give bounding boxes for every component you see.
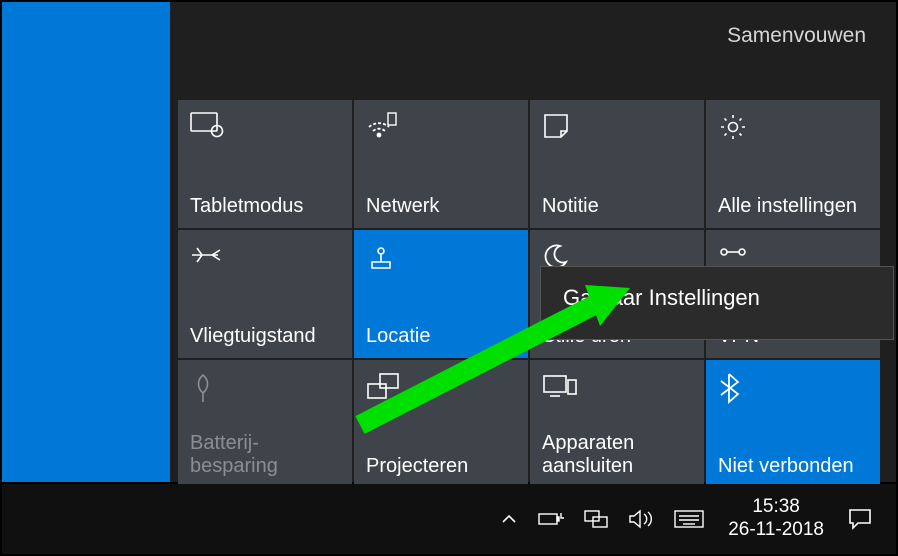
- tile-locatie[interactable]: Locatie: [354, 230, 528, 358]
- tablet-icon: [190, 112, 224, 138]
- tile-batterijbesparing[interactable]: Batterij-besparing: [178, 360, 352, 488]
- tray-network-icon[interactable]: [584, 509, 608, 529]
- tile-label: Tabletmodus: [190, 195, 342, 218]
- project-icon: [366, 372, 400, 402]
- airplane-icon: [190, 242, 224, 268]
- clock-date: 26-11-2018: [728, 519, 824, 542]
- system-tray: 15:38 26-11-2018: [490, 484, 882, 554]
- tray-action-center-icon[interactable]: [848, 508, 872, 530]
- tile-vliegtuigstand[interactable]: Vliegtuigstand: [178, 230, 352, 358]
- tray-volume-icon[interactable]: [628, 509, 654, 529]
- clock-time: 15:38: [728, 496, 824, 519]
- context-menu: Ga naar Instellingen: [540, 266, 894, 340]
- tile-niet-verbonden[interactable]: Niet verbonden: [706, 360, 880, 488]
- tile-projecteren[interactable]: Projecteren: [354, 360, 528, 488]
- tile-tabletmodus[interactable]: Tabletmodus: [178, 100, 352, 228]
- connect-icon: [542, 372, 578, 400]
- collapse-button[interactable]: Samenvouwen: [727, 24, 866, 48]
- tile-label: Niet verbonden: [718, 455, 870, 478]
- wifi-icon: [366, 112, 398, 138]
- action-center-panel: Samenvouwen Tabletmodus: [170, 2, 896, 482]
- tile-label: Locatie: [366, 325, 518, 348]
- tile-label: Projecteren: [366, 455, 518, 478]
- note-icon: [542, 112, 570, 140]
- tile-label: Vliegtuigstand: [190, 325, 342, 348]
- tile-apparaten-aansluiten[interactable]: Apparaten aansluiten: [530, 360, 704, 488]
- vpn-icon: [718, 242, 748, 262]
- tile-label: Notitie: [542, 195, 694, 218]
- tray-chevron-up-icon[interactable]: [500, 510, 518, 528]
- location-icon: [366, 242, 396, 272]
- tile-label: Apparaten aansluiten: [542, 432, 694, 478]
- tile-alle-instellingen[interactable]: Alle instellingen: [706, 100, 880, 228]
- tile-label: Batterij-besparing: [190, 432, 342, 478]
- context-menu-goto-settings[interactable]: Ga naar Instellingen: [541, 267, 893, 329]
- leaf-icon: [190, 372, 216, 404]
- bluetooth-icon: [718, 372, 740, 404]
- gear-icon: [718, 112, 748, 142]
- taskbar: 15:38 26-11-2018: [2, 484, 896, 554]
- tile-label: Netwerk: [366, 195, 518, 218]
- taskbar-clock[interactable]: 15:38 26-11-2018: [728, 496, 824, 542]
- tile-label: Alle instellingen: [718, 195, 870, 218]
- tile-notitie[interactable]: Notitie: [530, 100, 704, 228]
- tray-power-icon[interactable]: [538, 510, 564, 528]
- desktop-left-strip: [2, 2, 170, 482]
- tile-netwerk[interactable]: Netwerk: [354, 100, 528, 228]
- tray-keyboard-icon[interactable]: [674, 510, 704, 528]
